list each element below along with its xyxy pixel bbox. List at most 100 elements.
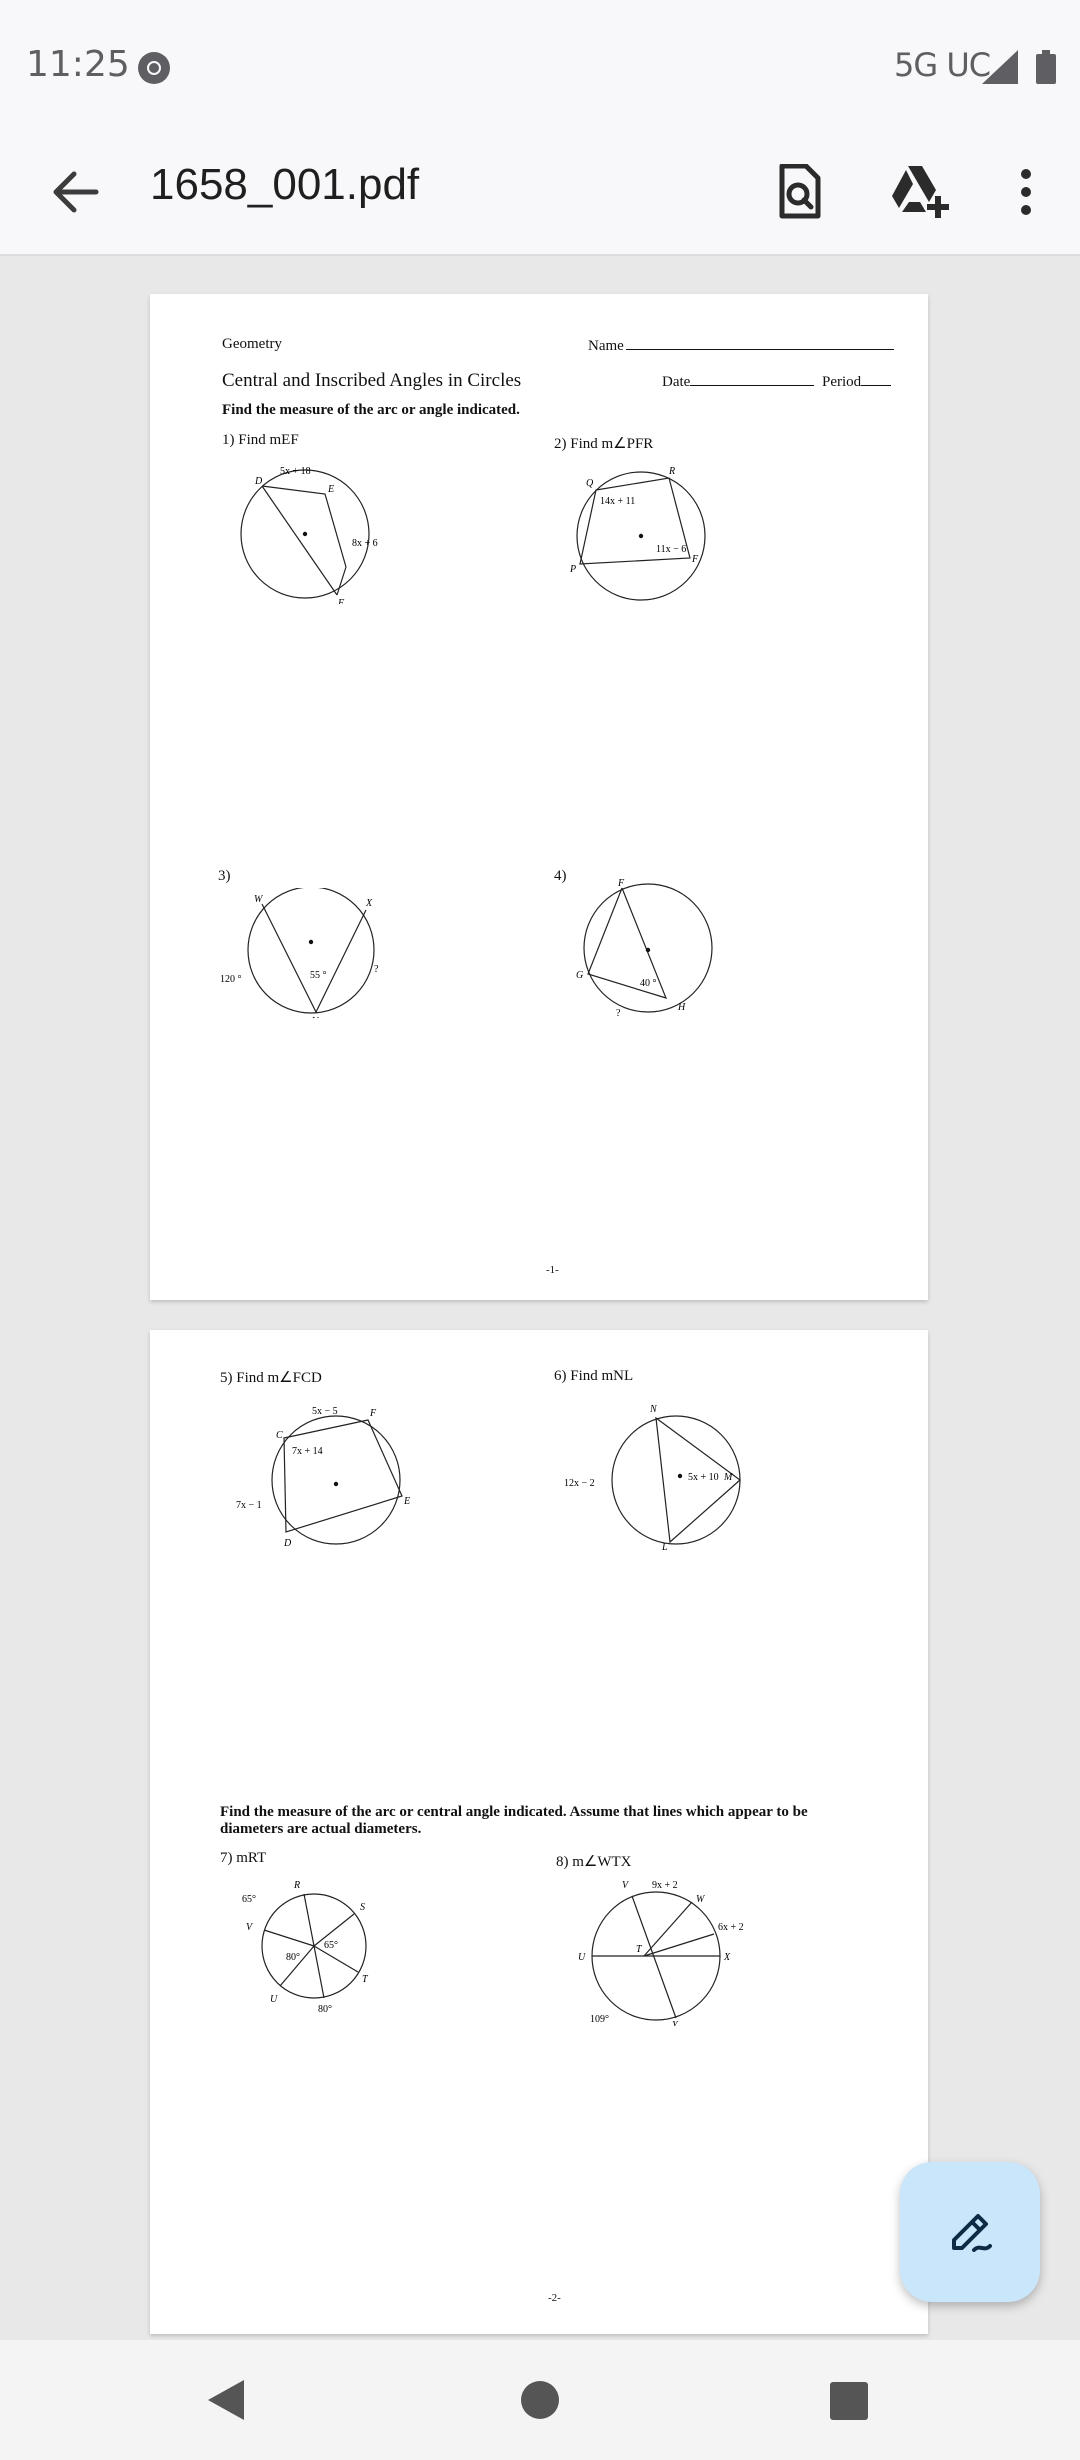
arc-wx-label: 6x + 2 — [718, 1922, 744, 1933]
point-r-label: R — [668, 466, 675, 477]
figure-5-circle: C F E D 5x − 5 7x + 14 7x − 1 — [236, 1406, 410, 1548]
pdf-page-2: 5) Find m∠FCD 6) Find mNL Find the measu… — [150, 1330, 928, 2334]
arc-wv-label: 120 ° — [220, 974, 242, 985]
arc-nl-label: 12x − 2 — [564, 1478, 595, 1489]
more-options-button[interactable] — [990, 156, 1062, 228]
question-6: 6) Find mNL — [554, 1368, 634, 1384]
point-v-label: V — [246, 1922, 254, 1933]
question-5: 5) Find m∠FCD — [220, 1370, 322, 1386]
back-arrow-icon[interactable] — [44, 160, 108, 224]
app-bar: 1658_001.pdf — [0, 130, 1080, 256]
back-nav-icon[interactable] — [206, 2378, 246, 2422]
signal-icon — [982, 50, 1018, 84]
figure-4-circle: F G H 40 ° ? — [576, 878, 713, 1018]
angle-f-label: 11x − 6 — [656, 544, 686, 555]
arc-unknown-label: ? — [616, 1008, 621, 1018]
point-f-label: F — [691, 554, 699, 565]
point-d-label: D — [254, 476, 263, 487]
instruction-text: Find the measure of the arc or angle ind… — [222, 402, 520, 418]
point-v-label: V — [312, 1016, 320, 1018]
angle-vu-label: 80° — [286, 1952, 300, 1963]
point-q-label: Q — [586, 478, 594, 489]
worksheet-title: Central and Inscribed Angles in Circles — [222, 370, 522, 391]
add-to-drive-button[interactable] — [884, 156, 956, 228]
add-to-drive-icon — [892, 166, 949, 218]
arc-vw-label: 9x + 2 — [652, 1880, 678, 1891]
point-n-label: N — [649, 1404, 658, 1415]
chrome-icon — [138, 52, 170, 84]
arc-ef-label: 8x + 6 — [352, 538, 378, 549]
question-7: 7) mRT — [220, 1850, 267, 1866]
arc-ut-label: 80° — [318, 2004, 332, 2015]
search-document-button[interactable] — [764, 156, 836, 228]
battery-icon — [1036, 50, 1056, 84]
point-u-label: U — [578, 1952, 586, 1963]
arc-unknown-label: ? — [374, 964, 379, 975]
point-f-label: F — [617, 878, 625, 889]
arc-uy-label: 109° — [590, 2014, 609, 2025]
instruction-text: Find the measure of the arc or central a… — [220, 1804, 808, 1837]
point-p-label: P — [569, 564, 576, 575]
page-number: -1- — [546, 1264, 559, 1276]
document-title: 1658_001.pdf — [150, 160, 420, 209]
arc-rv-label: 65° — [242, 1894, 256, 1905]
arc-cf-label: 5x − 5 — [312, 1406, 338, 1417]
figure-8-circle: V W X U T Y 9x + 2 6x + 2 109° — [578, 1880, 744, 2026]
point-x-label: X — [365, 898, 373, 909]
subject-label: Geometry — [222, 336, 282, 352]
point-w-label: W — [254, 894, 264, 905]
question-2: 2) Find m∠PFR — [554, 436, 654, 452]
point-v-label: V — [622, 1880, 630, 1891]
point-y-label: Y — [672, 2020, 679, 2026]
point-m-label: M — [723, 1472, 733, 1483]
figure-1-circle: D E F 5x + 18 8x + 6 — [240, 466, 378, 604]
question-3: 3) — [218, 868, 231, 884]
point-s-label: S — [360, 1902, 365, 1913]
figure-7-circle: R S T U V 65° 65° 80° 80° — [242, 1880, 369, 2015]
point-r-label: R — [293, 1880, 300, 1891]
angle-v-label: 55 ° — [310, 970, 327, 981]
point-f-label: F — [337, 598, 345, 604]
question-8: 8) m∠WTX — [556, 1854, 632, 1870]
point-e-label: E — [403, 1496, 410, 1507]
page-number: -2- — [548, 2292, 561, 2304]
point-x-label: X — [723, 1952, 731, 1963]
find-in-page-icon — [779, 164, 821, 219]
arc-de-label: 5x + 18 — [280, 466, 311, 477]
point-g-label: G — [576, 970, 583, 981]
angle-q-label: 14x + 11 — [600, 496, 635, 507]
point-w-label: W — [696, 1894, 706, 1905]
annotate-button[interactable] — [900, 2162, 1040, 2302]
more-vert-icon — [1021, 169, 1031, 215]
point-l-label: L — [661, 1542, 668, 1550]
figure-2-circle: Q R F P 14x + 11 11x − 6 — [569, 466, 706, 601]
point-e-label: E — [327, 484, 334, 495]
angle-label: 5x + 10 — [688, 1472, 719, 1483]
navigation-bar — [0, 2340, 1080, 2460]
date-label: Date — [662, 374, 815, 391]
pdf-page-1: Geometry Name Central and Inscribed Angl… — [150, 294, 928, 1300]
question-1: 1) Find mEF — [222, 432, 299, 448]
period-label: Period — [822, 374, 892, 391]
recents-nav-icon[interactable] — [830, 2382, 868, 2420]
status-bar: 11:25 5G UC — [0, 0, 1080, 130]
figure-6-circle: N M L 12x − 2 5x + 10 — [564, 1404, 741, 1550]
point-u-label: U — [270, 1994, 278, 2005]
figure-3-circle: W X V 120 ° 55 ° ? — [220, 888, 379, 1018]
clock: 11:25 — [26, 44, 130, 85]
angle-rs-label: 65° — [324, 1940, 338, 1951]
arc-cd-label: 7x − 1 — [236, 1500, 262, 1511]
point-c-label: C — [276, 1430, 283, 1441]
angle-label: 40 ° — [640, 978, 657, 989]
point-f-label: F — [369, 1408, 377, 1419]
point-h-label: H — [677, 1002, 686, 1013]
home-nav-icon[interactable] — [520, 2380, 560, 2420]
angle-c-label: 7x + 14 — [292, 1446, 323, 1457]
name-label: Name — [588, 338, 894, 355]
point-t-label: T — [362, 1974, 369, 1985]
network-type: 5G UC — [894, 46, 991, 84]
edit-pen-icon — [952, 2214, 992, 2252]
point-t-label: T — [636, 1944, 643, 1955]
question-4: 4) — [554, 868, 567, 884]
point-d-label: D — [283, 1538, 292, 1548]
